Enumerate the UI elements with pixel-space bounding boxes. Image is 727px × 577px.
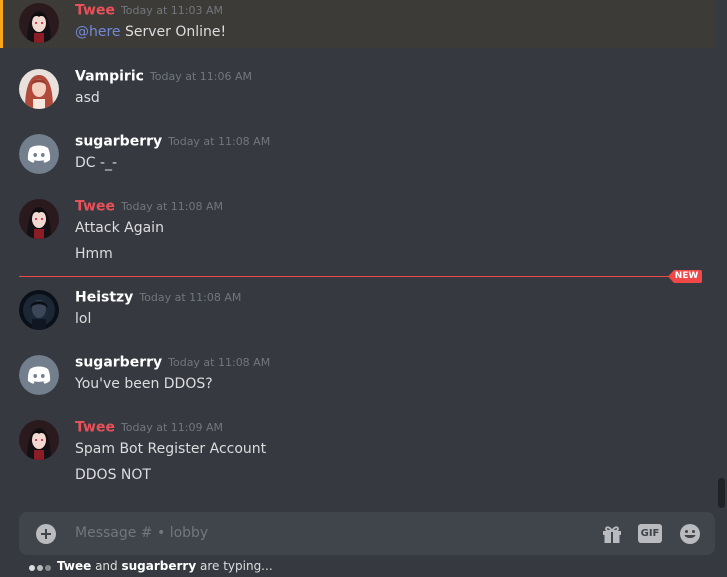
message-text: Spam Bot Register Account	[75, 441, 267, 457]
username[interactable]: Twee	[75, 420, 115, 436]
heistzy-avatar[interactable]	[19, 290, 59, 330]
message-header: Heistzy Today at 11:08 AM	[75, 287, 241, 311]
new-badge: NEW	[668, 270, 702, 283]
twee-avatar[interactable]	[19, 199, 59, 239]
username[interactable]: Vampiric	[75, 69, 144, 85]
message-group: sugarberry Today at 11:08 AM DC -_-	[0, 131, 716, 179]
emoji-icon[interactable]	[679, 523, 701, 545]
message-text: Attack Again	[75, 220, 164, 236]
gift-icon[interactable]	[601, 523, 623, 545]
scrollbar-thumb[interactable]	[718, 478, 725, 508]
discord-default-avatar[interactable]	[19, 134, 59, 174]
message-text: Hmm	[75, 246, 113, 262]
message-text: DDOS NOT	[75, 467, 151, 483]
timestamp: Today at 11:08 AM	[168, 135, 271, 148]
mention[interactable]: @here	[75, 24, 121, 40]
message-content: @here Server Online!	[75, 24, 226, 40]
message-text: You've been DDOS?	[75, 376, 213, 392]
typing-suffix: are typing...	[199, 559, 273, 573]
typing-dots-icon	[29, 565, 55, 571]
timestamp: Today at 11:08 AM	[120, 200, 224, 213]
message-text: DC -_-	[75, 155, 118, 171]
timestamp: Today at 11:09 AM	[120, 421, 224, 434]
message-input[interactable]	[75, 521, 575, 545]
message-text: asd	[75, 90, 100, 106]
new-messages-divider	[19, 276, 700, 277]
username[interactable]: Twee	[75, 199, 115, 215]
message-header: Vampiric Today at 11:06 AM	[75, 66, 252, 90]
message-group: Heistzy Today at 11:08 AM lol	[0, 287, 716, 335]
message-group: Twee Today at 11:08 AM Attack Again Hmm	[0, 196, 716, 270]
message-text: Server Online!	[125, 24, 227, 40]
message-header: Twee Today at 11:03 AM	[75, 0, 223, 24]
twee-avatar[interactable]	[19, 3, 59, 43]
message-group: Twee Today at 11:09 AM Spam Bot Register …	[0, 417, 716, 491]
message-header: Twee Today at 11:09 AM	[75, 417, 223, 441]
twee-avatar[interactable]	[19, 420, 59, 460]
message-header: Twee Today at 11:08 AM	[75, 196, 223, 220]
username[interactable]: Twee	[75, 3, 115, 19]
username[interactable]: sugarberry	[75, 134, 162, 150]
chat-scrollbar[interactable]	[716, 0, 727, 508]
gif-icon[interactable]: GIF	[638, 524, 662, 543]
vampiric-avatar[interactable]	[19, 69, 59, 109]
message-header: sugarberry Today at 11:08 AM	[75, 352, 270, 376]
typing-user: sugarberry	[121, 559, 197, 573]
username[interactable]: Heistzy	[75, 290, 133, 306]
message-text: lol	[75, 311, 92, 327]
username[interactable]: sugarberry	[75, 355, 162, 371]
message-header: sugarberry Today at 11:08 AM	[75, 131, 270, 155]
message-group: Twee Today at 11:03 AM @here Server Onlin…	[0, 0, 716, 48]
timestamp: Today at 11:08 AM	[168, 356, 271, 369]
timestamp: Today at 11:06 AM	[149, 70, 253, 83]
chat-messages: Twee Today at 11:03 AM @here Server Onlin…	[0, 0, 716, 500]
add-icon[interactable]	[36, 524, 56, 544]
typing-user: Twee	[57, 559, 92, 573]
typing-indicator: Twee and sugarberry are typing...	[57, 559, 273, 575]
typing-conjunction: and	[95, 559, 118, 573]
message-group: Vampiric Today at 11:06 AM asd	[0, 66, 716, 114]
message-group: sugarberry Today at 11:08 AM You've been …	[0, 352, 716, 400]
timestamp: Today at 11:08 AM	[139, 291, 242, 304]
message-composer: GIF	[19, 512, 715, 555]
discord-default-avatar[interactable]	[19, 355, 59, 395]
timestamp: Today at 11:03 AM	[120, 4, 224, 17]
